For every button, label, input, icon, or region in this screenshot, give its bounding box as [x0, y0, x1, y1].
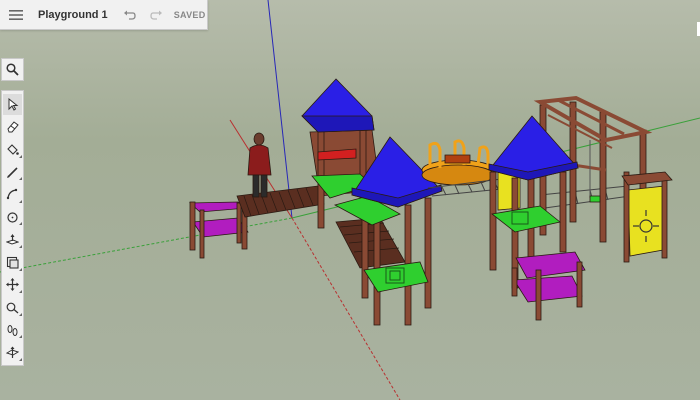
arc-icon [6, 188, 18, 200]
top-bar: Playground 1 SAVED [0, 0, 208, 30]
eraser-icon [7, 121, 19, 133]
search-icon [6, 63, 19, 76]
tool-arc[interactable] [3, 184, 22, 205]
tool-push-pull[interactable] [3, 229, 22, 250]
tool-walk[interactable] [3, 320, 22, 341]
tape-measure-icon [6, 302, 19, 314]
tool-bar [1, 90, 24, 366]
tool-line[interactable] [3, 162, 22, 183]
footprints-icon [7, 324, 18, 336]
tool-select[interactable] [3, 94, 22, 115]
tool-eraser[interactable] [3, 117, 22, 138]
push-pull-icon [6, 234, 19, 245]
redo-button[interactable] [146, 0, 166, 30]
search-button[interactable] [1, 58, 24, 81]
save-status: SAVED [173, 9, 206, 20]
3d-viewport[interactable] [0, 0, 700, 400]
circle-icon [7, 212, 18, 223]
pencil-icon [7, 166, 18, 178]
cursor-arrow-icon [8, 97, 18, 111]
undo-icon [123, 10, 136, 20]
menu-button[interactable] [2, 0, 30, 30]
tool-offset[interactable] [3, 252, 22, 273]
undo-button[interactable] [120, 0, 140, 30]
tool-section-plane[interactable] [3, 342, 22, 363]
redo-icon [150, 10, 162, 20]
section-plane-icon [6, 346, 19, 359]
menu-icon [9, 9, 23, 20]
document-title[interactable]: Playground 1 [38, 9, 108, 21]
move-arrows-icon [6, 278, 19, 292]
tool-move[interactable] [3, 275, 22, 296]
tool-paint-bucket[interactable] [3, 139, 22, 160]
paint-bucket-icon [7, 144, 19, 155]
tool-circle[interactable] [3, 207, 22, 228]
offset-icon [6, 256, 19, 269]
tool-tape-measure[interactable] [3, 297, 22, 318]
